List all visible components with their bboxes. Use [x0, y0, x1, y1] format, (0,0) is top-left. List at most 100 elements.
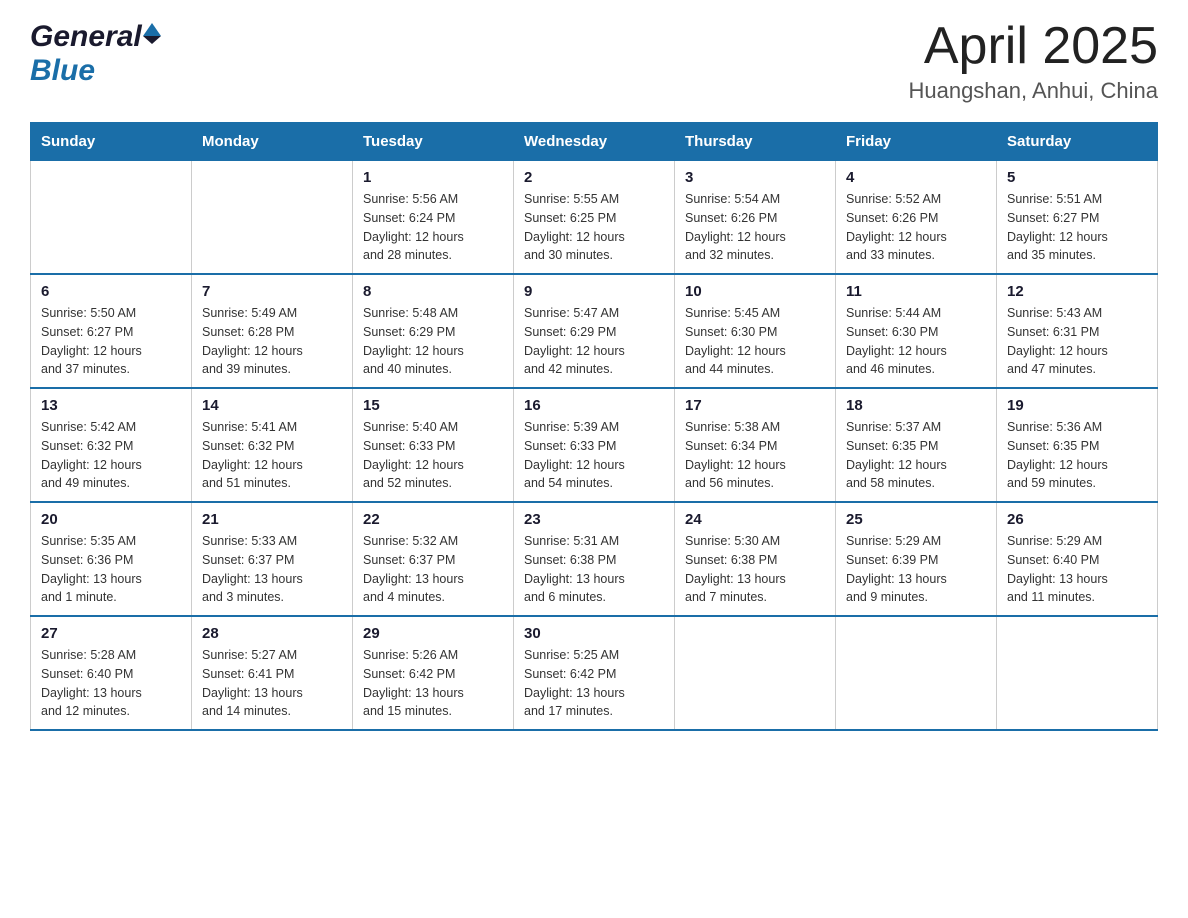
- day-info: Sunrise: 5:56 AM Sunset: 6:24 PM Dayligh…: [363, 190, 503, 265]
- title-area: April 2025 Huangshan, Anhui, China: [908, 20, 1158, 104]
- calendar-cell: 2Sunrise: 5:55 AM Sunset: 6:25 PM Daylig…: [514, 161, 675, 275]
- month-title: April 2025: [908, 20, 1158, 72]
- calendar-header-sunday: Sunday: [31, 123, 192, 161]
- calendar-week-row: 6Sunrise: 5:50 AM Sunset: 6:27 PM Daylig…: [31, 274, 1158, 388]
- calendar-cell: 27Sunrise: 5:28 AM Sunset: 6:40 PM Dayli…: [31, 616, 192, 730]
- day-number: 27: [41, 625, 181, 642]
- calendar-cell: 11 Sunrise: 5:44 AM Sunset: 6:30 PM Dayli…: [836, 274, 997, 388]
- calendar-header-saturday: Saturday: [997, 123, 1158, 161]
- day-number: 25: [846, 511, 986, 528]
- calendar-week-row: 13 Sunrise: 5:42 AM Sunset: 6:32 PM Dayli…: [31, 388, 1158, 502]
- calendar-cell: 29 Sunrise: 5:26 AM Sunset: 6:42 PM Dayli…: [353, 616, 514, 730]
- calendar-cell: 12 Sunrise: 5:43 AM Sunset: 6:31 PM Dayli…: [997, 274, 1158, 388]
- day-number: 10: [685, 283, 825, 300]
- day-info: Sunrise: 5:42 AM Sunset: 6:32 PM Dayligh…: [41, 418, 181, 493]
- day-number: 14: [202, 397, 342, 414]
- day-info: Sunrise: 5:47 AM Sunset: 6:29 PM Dayligh…: [524, 304, 664, 379]
- location-title: Huangshan, Anhui, China: [908, 78, 1158, 104]
- day-number: 19: [1007, 397, 1147, 414]
- day-info: Sunrise: 5:25 AM Sunset: 6:42 PM Dayligh…: [524, 646, 664, 721]
- header: General Blue April 2025 Huangshan, Anhui…: [30, 20, 1158, 104]
- calendar-header-friday: Friday: [836, 123, 997, 161]
- day-info: Sunrise: 5:26 AM Sunset: 6:42 PM Dayligh…: [363, 646, 503, 721]
- calendar-cell: 3 Sunrise: 5:54 AM Sunset: 6:26 PM Daylig…: [675, 161, 836, 275]
- day-number: 15: [363, 397, 503, 414]
- day-number: 18: [846, 397, 986, 414]
- day-info: Sunrise: 5:51 AM Sunset: 6:27 PM Dayligh…: [1007, 190, 1147, 265]
- calendar-week-row: 1 Sunrise: 5:56 AM Sunset: 6:24 PM Daylig…: [31, 161, 1158, 275]
- day-info: Sunrise: 5:54 AM Sunset: 6:26 PM Dayligh…: [685, 190, 825, 265]
- day-number: 26: [1007, 511, 1147, 528]
- day-number: 30: [524, 625, 664, 642]
- calendar-cell: 20 Sunrise: 5:35 AM Sunset: 6:36 PM Dayli…: [31, 502, 192, 616]
- day-number: 13: [41, 397, 181, 414]
- calendar-cell: 5 Sunrise: 5:51 AM Sunset: 6:27 PM Daylig…: [997, 161, 1158, 275]
- logo: General Blue: [30, 20, 162, 88]
- day-info: Sunrise: 5:35 AM Sunset: 6:36 PM Dayligh…: [41, 532, 181, 607]
- day-number: 11: [846, 283, 986, 300]
- calendar-cell: 13 Sunrise: 5:42 AM Sunset: 6:32 PM Dayli…: [31, 388, 192, 502]
- calendar-cell: 22 Sunrise: 5:32 AM Sunset: 6:37 PM Dayli…: [353, 502, 514, 616]
- calendar-cell: 23 Sunrise: 5:31 AM Sunset: 6:38 PM Dayli…: [514, 502, 675, 616]
- calendar-cell: 21 Sunrise: 5:33 AM Sunset: 6:37 PM Dayli…: [192, 502, 353, 616]
- day-number: 29: [363, 625, 503, 642]
- day-number: 17: [685, 397, 825, 414]
- calendar-week-row: 20 Sunrise: 5:35 AM Sunset: 6:36 PM Dayli…: [31, 502, 1158, 616]
- day-info: Sunrise: 5:52 AM Sunset: 6:26 PM Dayligh…: [846, 190, 986, 265]
- day-info: Sunrise: 5:37 AM Sunset: 6:35 PM Dayligh…: [846, 418, 986, 493]
- day-info: Sunrise: 5:32 AM Sunset: 6:37 PM Dayligh…: [363, 532, 503, 607]
- calendar-cell: 4Sunrise: 5:52 AM Sunset: 6:26 PM Daylig…: [836, 161, 997, 275]
- day-number: 7: [202, 283, 342, 300]
- day-info: Sunrise: 5:43 AM Sunset: 6:31 PM Dayligh…: [1007, 304, 1147, 379]
- calendar-cell: [192, 161, 353, 275]
- day-number: 8: [363, 283, 503, 300]
- day-info: Sunrise: 5:31 AM Sunset: 6:38 PM Dayligh…: [524, 532, 664, 607]
- calendar-cell: [997, 616, 1158, 730]
- calendar-header-wednesday: Wednesday: [514, 123, 675, 161]
- calendar-cell: 15 Sunrise: 5:40 AM Sunset: 6:33 PM Dayli…: [353, 388, 514, 502]
- day-info: Sunrise: 5:40 AM Sunset: 6:33 PM Dayligh…: [363, 418, 503, 493]
- calendar-cell: 9 Sunrise: 5:47 AM Sunset: 6:29 PM Daylig…: [514, 274, 675, 388]
- calendar-cell: [836, 616, 997, 730]
- day-number: 20: [41, 511, 181, 528]
- day-number: 3: [685, 169, 825, 186]
- day-number: 21: [202, 511, 342, 528]
- day-info: Sunrise: 5:29 AM Sunset: 6:39 PM Dayligh…: [846, 532, 986, 607]
- day-info: Sunrise: 5:44 AM Sunset: 6:30 PM Dayligh…: [846, 304, 986, 379]
- day-number: 1: [363, 169, 503, 186]
- calendar-cell: 18 Sunrise: 5:37 AM Sunset: 6:35 PM Dayli…: [836, 388, 997, 502]
- day-number: 16: [524, 397, 664, 414]
- calendar-header-thursday: Thursday: [675, 123, 836, 161]
- day-info: Sunrise: 5:27 AM Sunset: 6:41 PM Dayligh…: [202, 646, 342, 721]
- day-info: Sunrise: 5:39 AM Sunset: 6:33 PM Dayligh…: [524, 418, 664, 493]
- day-number: 24: [685, 511, 825, 528]
- calendar-cell: 25 Sunrise: 5:29 AM Sunset: 6:39 PM Dayli…: [836, 502, 997, 616]
- day-number: 23: [524, 511, 664, 528]
- calendar-header-row: SundayMondayTuesdayWednesdayThursdayFrid…: [31, 123, 1158, 161]
- day-number: 12: [1007, 283, 1147, 300]
- calendar-cell: 14Sunrise: 5:41 AM Sunset: 6:32 PM Dayli…: [192, 388, 353, 502]
- day-info: Sunrise: 5:33 AM Sunset: 6:37 PM Dayligh…: [202, 532, 342, 607]
- calendar-header-tuesday: Tuesday: [353, 123, 514, 161]
- day-info: Sunrise: 5:45 AM Sunset: 6:30 PM Dayligh…: [685, 304, 825, 379]
- calendar-cell: 10 Sunrise: 5:45 AM Sunset: 6:30 PM Dayli…: [675, 274, 836, 388]
- calendar-cell: [31, 161, 192, 275]
- calendar-cell: 19Sunrise: 5:36 AM Sunset: 6:35 PM Dayli…: [997, 388, 1158, 502]
- day-info: Sunrise: 5:30 AM Sunset: 6:38 PM Dayligh…: [685, 532, 825, 607]
- day-info: Sunrise: 5:55 AM Sunset: 6:25 PM Dayligh…: [524, 190, 664, 265]
- day-number: 5: [1007, 169, 1147, 186]
- day-number: 22: [363, 511, 503, 528]
- calendar-cell: 8Sunrise: 5:48 AM Sunset: 6:29 PM Daylig…: [353, 274, 514, 388]
- calendar-week-row: 27Sunrise: 5:28 AM Sunset: 6:40 PM Dayli…: [31, 616, 1158, 730]
- day-number: 9: [524, 283, 664, 300]
- calendar-cell: 1 Sunrise: 5:56 AM Sunset: 6:24 PM Daylig…: [353, 161, 514, 275]
- day-info: Sunrise: 5:29 AM Sunset: 6:40 PM Dayligh…: [1007, 532, 1147, 607]
- logo-blue-text: Blue: [30, 54, 95, 87]
- day-number: 28: [202, 625, 342, 642]
- logo-flag-icon: [143, 23, 161, 44]
- calendar-cell: 7Sunrise: 5:49 AM Sunset: 6:28 PM Daylig…: [192, 274, 353, 388]
- calendar-cell: [675, 616, 836, 730]
- calendar-cell: 6Sunrise: 5:50 AM Sunset: 6:27 PM Daylig…: [31, 274, 192, 388]
- logo-general-text: General: [30, 20, 142, 54]
- calendar-table: SundayMondayTuesdayWednesdayThursdayFrid…: [30, 122, 1158, 731]
